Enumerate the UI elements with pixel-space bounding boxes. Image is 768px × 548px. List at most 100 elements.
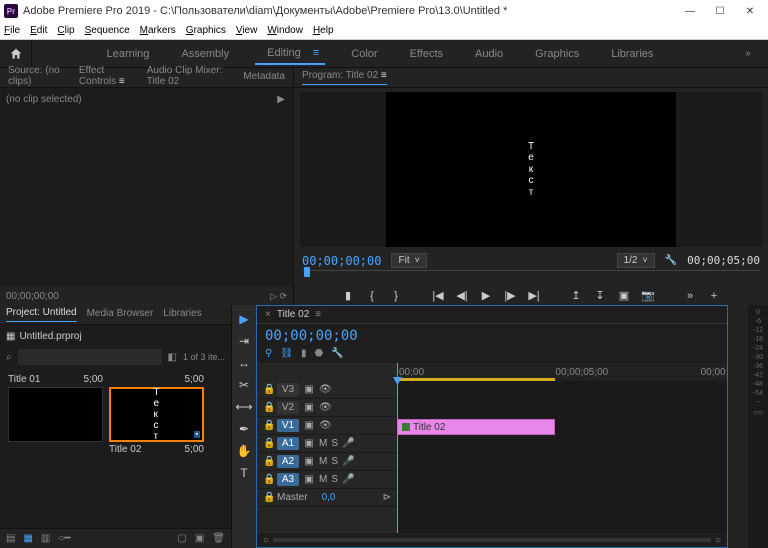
ws-audio[interactable]: Audio xyxy=(469,44,509,64)
export-frame-icon[interactable]: ▣ xyxy=(617,289,631,302)
tab-media-browser[interactable]: Media Browser xyxy=(87,308,154,322)
ws-learning[interactable]: Learning xyxy=(101,44,156,64)
timeline-zoom-slider[interactable] xyxy=(273,538,711,542)
maximize-button[interactable]: ☐ xyxy=(706,2,734,20)
ws-libraries[interactable]: Libraries xyxy=(605,44,659,64)
project-item[interactable]: 5;00 Текст ▪ Title 025;00 xyxy=(109,374,204,455)
tab-audio-mixer[interactable]: Audio Clip Mixer: Title 02 xyxy=(147,65,234,90)
ws-graphics[interactable]: Graphics xyxy=(529,44,585,64)
timeline-clip[interactable]: Title 02 xyxy=(397,419,555,435)
tab-libraries[interactable]: Libraries xyxy=(163,308,201,322)
track-a3[interactable]: 🔒A3▣MS🎤 xyxy=(257,471,397,489)
overflow-icon[interactable]: » xyxy=(683,290,697,302)
marker-icon[interactable]: ▮ xyxy=(301,348,307,359)
track-master[interactable]: 🔒Master0,0⊳ xyxy=(257,489,397,507)
timeline-ruler[interactable]: 00;00 00;00;05;00 00;00;10; xyxy=(397,363,727,381)
menu-file[interactable]: File xyxy=(4,25,20,36)
go-to-in-icon[interactable]: |◀ xyxy=(431,289,445,302)
item-thumbnail[interactable]: Текст ▪ xyxy=(109,387,204,442)
minimize-button[interactable]: — xyxy=(676,2,704,20)
selection-tool-icon[interactable]: ▶ xyxy=(239,311,248,327)
slip-tool-icon[interactable]: ⟷ xyxy=(235,399,252,415)
razor-tool-icon[interactable]: ✂ xyxy=(239,377,249,393)
track-select-tool-icon[interactable]: ⇥ xyxy=(239,333,249,349)
menu-graphics[interactable]: Graphics xyxy=(186,25,226,36)
tab-metadata[interactable]: Metadata xyxy=(243,71,285,85)
track-v2[interactable]: 🔒V2▣👁 xyxy=(257,399,397,417)
tracks-area[interactable]: 00;00 00;00;05;00 00;00;10; Title 02 xyxy=(397,363,727,533)
track-v3[interactable]: 🔒V3▣👁 xyxy=(257,381,397,399)
settings-icon[interactable]: ⬣ xyxy=(315,348,324,359)
list-view-icon[interactable]: ▤ xyxy=(6,533,15,544)
ripple-edit-tool-icon[interactable]: ↔ xyxy=(238,355,250,371)
work-area-bar[interactable] xyxy=(397,378,555,381)
pen-tool-icon[interactable]: ✒ xyxy=(239,421,249,437)
zoom-dropdown[interactable]: 1/2 ˅ xyxy=(617,253,655,268)
tab-effect-controls[interactable]: Effect Controls ≡ xyxy=(79,65,137,91)
step-forward-icon[interactable]: |▶ xyxy=(503,289,517,302)
menu-help[interactable]: Help xyxy=(313,25,334,36)
new-item-icon[interactable]: ▣ xyxy=(195,533,204,544)
snap-icon[interactable]: ⚲ xyxy=(265,348,272,359)
menu-window[interactable]: Window xyxy=(267,25,303,36)
track-a2[interactable]: 🔒A2▣MS🎤 xyxy=(257,453,397,471)
step-back-icon[interactable]: ◀| xyxy=(455,289,469,302)
fit-dropdown[interactable]: Fit ˅ xyxy=(391,253,426,268)
timeline-timecode[interactable]: 00;00;00;00 xyxy=(265,328,358,344)
home-button[interactable] xyxy=(0,40,32,68)
type-tool-icon[interactable]: T xyxy=(240,465,247,481)
timeline-zoom-out-icon[interactable]: ○ xyxy=(263,535,269,546)
menu-sequence[interactable]: Sequence xyxy=(85,25,130,36)
linked-selection-icon[interactable]: ⛓ xyxy=(280,348,293,359)
extract-icon[interactable]: ↧ xyxy=(593,289,607,302)
source-panel: Source: (no clips) Effect Controls ≡ Aud… xyxy=(0,68,294,305)
close-button[interactable]: ✕ xyxy=(736,2,764,20)
timeline-zoom-in-icon[interactable]: ○ xyxy=(715,535,721,546)
ws-overflow-button[interactable]: » xyxy=(728,48,768,59)
go-to-out-icon[interactable]: ▶| xyxy=(527,289,541,302)
trash-icon[interactable]: 🗑 xyxy=(212,533,225,544)
lift-icon[interactable]: ↥ xyxy=(569,289,583,302)
program-playhead[interactable] xyxy=(304,267,310,277)
camera-icon[interactable]: 📷 xyxy=(641,289,655,302)
program-timecode-left[interactable]: 00;00;00;00 xyxy=(302,254,381,268)
tab-source[interactable]: Source: (no clips) xyxy=(8,65,69,90)
tab-project[interactable]: Project: Untitled xyxy=(6,307,77,322)
project-item[interactable]: Title 015;00 xyxy=(8,374,103,455)
item-thumbnail[interactable] xyxy=(8,387,103,442)
hand-tool-icon[interactable]: ✋ xyxy=(237,443,252,459)
add-button-icon[interactable]: + xyxy=(707,290,721,302)
menu-markers[interactable]: Markers xyxy=(140,25,176,36)
source-controls-icon[interactable]: ▷ ⟳ xyxy=(270,291,287,302)
ws-assembly[interactable]: Assembly xyxy=(175,44,235,64)
ws-effects[interactable]: Effects xyxy=(404,44,449,64)
zoom-slider[interactable]: ○━ xyxy=(58,533,70,544)
solo-icon[interactable]: ○○ xyxy=(753,408,763,417)
ws-editing[interactable]: Editing ≡ xyxy=(255,43,325,65)
program-ruler[interactable] xyxy=(302,270,760,286)
menu-clip[interactable]: Clip xyxy=(57,25,74,36)
menu-edit[interactable]: Edit xyxy=(30,25,47,36)
ws-color[interactable]: Color xyxy=(345,44,383,64)
timeline-playhead[interactable] xyxy=(397,363,398,533)
menu-view[interactable]: View xyxy=(236,25,258,36)
freeform-view-icon[interactable]: ▥ xyxy=(41,533,50,544)
add-marker-icon[interactable]: ▮ xyxy=(341,289,355,302)
wrench-icon[interactable]: 🔧 xyxy=(331,348,343,359)
track-v1[interactable]: 🔒V1▣👁 xyxy=(257,417,397,435)
timeline-tab[interactable]: Title 02 xyxy=(277,309,309,320)
app-icon: Pr xyxy=(4,4,18,18)
new-bin-icon[interactable]: ▢ xyxy=(177,533,186,544)
search-input[interactable] xyxy=(18,349,162,365)
mark-in-icon[interactable]: { xyxy=(365,290,379,302)
tab-program[interactable]: Program: Title 02 ≡ xyxy=(302,70,387,85)
chevron-right-icon[interactable]: ▶ xyxy=(277,94,285,105)
program-monitor[interactable]: Т е к с т xyxy=(300,92,762,247)
icon-view-icon[interactable]: ▦ xyxy=(23,533,32,544)
track-a1[interactable]: 🔒A1▣MS🎤 xyxy=(257,435,397,453)
filter-icon[interactable]: ◧ xyxy=(168,352,177,363)
home-icon xyxy=(9,47,23,61)
play-icon[interactable]: ▶ xyxy=(479,289,493,302)
wrench-icon[interactable]: 🔧 xyxy=(665,255,677,266)
mark-out-icon[interactable]: } xyxy=(389,290,403,302)
